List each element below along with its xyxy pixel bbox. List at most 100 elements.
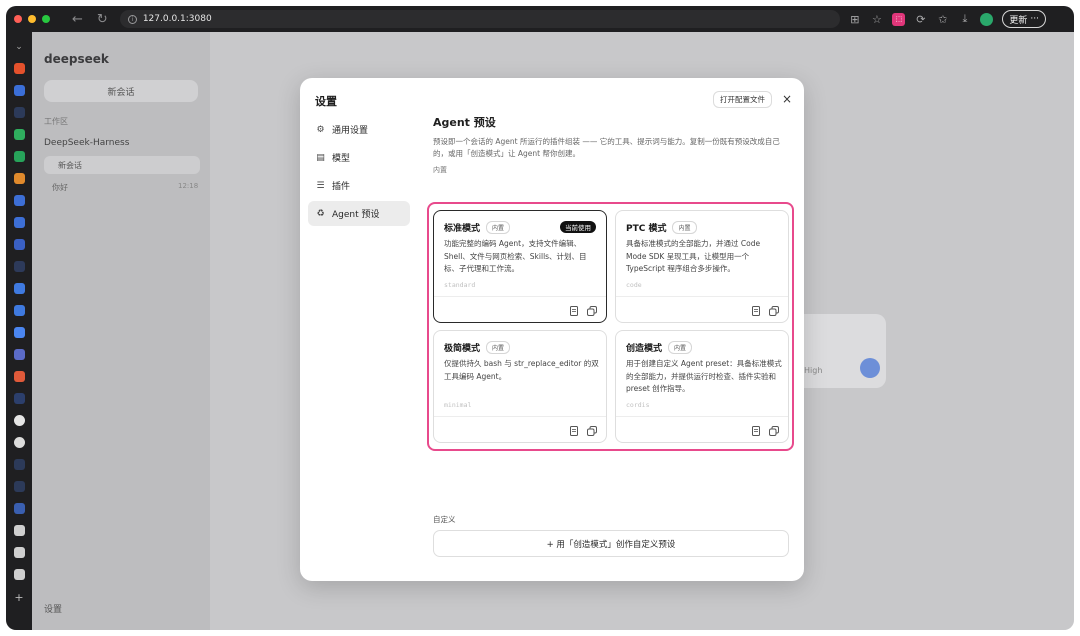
add-icon[interactable]: +	[14, 591, 23, 604]
extension-icon[interactable]	[13, 217, 25, 228]
extension-icon[interactable]: ⬚	[892, 12, 906, 26]
preset-card-creator[interactable]: 创造模式 内置 用于创建自定义 Agent preset：具备标准模式的全部能力…	[615, 330, 789, 443]
preset-grid: 标准模式 内置 当前使用 功能完整的编码 Agent，支持文件编辑、Shell、…	[427, 180, 794, 451]
card-description: 具备标准模式的全部能力，并通过 Code Mode SDK 呈现工具，让模型用一…	[626, 239, 761, 273]
card-title: 极简模式	[444, 344, 481, 354]
open-config-button[interactable]: 打开配置文件	[713, 91, 772, 108]
builtin-tag: 内置	[672, 221, 697, 234]
sliders-icon: ☰	[316, 180, 325, 191]
close-window-button[interactable]	[14, 15, 22, 23]
copy-icon[interactable]	[586, 425, 597, 436]
address-bar[interactable]: i 127.0.0.1:3080	[119, 10, 840, 28]
app-sidebar: deepseek 新会话 工作区 DeepSeek-Harness 新会话 你好…	[32, 32, 210, 630]
reload-icon[interactable]: ↻	[97, 12, 108, 27]
preset-card-standard[interactable]: 标准模式 内置 当前使用 功能完整的编码 Agent，支持文件编辑、Shell、…	[433, 210, 607, 323]
nav-agent-presets[interactable]: ♻ Agent 预设	[308, 201, 410, 226]
preset-card-ptc[interactable]: PTC 模式 内置 具备标准模式的全部能力，并通过 Code Mode SDK …	[615, 210, 789, 323]
chat-item[interactable]: 你好	[52, 182, 68, 193]
card-footer	[434, 296, 606, 323]
extension-icon[interactable]	[13, 173, 25, 184]
extension-icon[interactable]	[13, 63, 25, 74]
extension-icon[interactable]	[13, 195, 25, 206]
view-file-icon[interactable]	[568, 425, 579, 436]
card-header: PTC 模式 内置	[626, 221, 697, 234]
minimize-window-button[interactable]	[28, 15, 36, 23]
settings-modal: 设置 打开配置文件 × ⚙ 通用设置 ▤ 模型 ☰ 插件 ♻ Agent 预设 …	[300, 78, 804, 581]
custom-label: 自定义	[433, 515, 456, 524]
update-button[interactable]: 更新 ···	[1002, 10, 1046, 28]
calendar-icon[interactable]	[13, 283, 25, 294]
close-icon[interactable]: ×	[780, 91, 794, 107]
card-footer	[434, 416, 606, 443]
url-text: 127.0.0.1:3080	[142, 14, 212, 24]
calendar-icon[interactable]	[13, 327, 25, 338]
copy-icon[interactable]	[768, 425, 779, 436]
github-icon[interactable]	[13, 415, 25, 426]
image-icon[interactable]	[13, 371, 25, 382]
profile-avatar[interactable]	[980, 12, 994, 26]
recycle-icon: ♻	[316, 208, 325, 219]
nav-general[interactable]: ⚙ 通用设置	[308, 117, 410, 142]
send-button[interactable]	[860, 358, 880, 378]
view-file-icon[interactable]	[568, 305, 579, 316]
project-item[interactable]: DeepSeek-Harness	[44, 138, 129, 148]
preset-card-minimal[interactable]: 极简模式 内置 仅提供持久 bash 与 str_replace_editor …	[433, 330, 607, 443]
more-icon: ···	[1030, 14, 1039, 24]
extension-icon[interactable]	[13, 85, 25, 96]
workspace-label: 工作区	[44, 117, 68, 126]
view-file-icon[interactable]	[750, 305, 761, 316]
builtin-tag: 内置	[486, 221, 511, 234]
extension-icon[interactable]	[13, 569, 25, 580]
extension-icon[interactable]	[13, 459, 25, 470]
window-controls	[14, 15, 50, 23]
deepseek-icon[interactable]	[13, 437, 25, 448]
extension-icon[interactable]	[13, 525, 25, 536]
refresh-extension-icon[interactable]: ⟳	[914, 13, 927, 26]
settings-link[interactable]: 设置	[44, 602, 62, 615]
download-icon[interactable]: ⤓	[958, 12, 971, 26]
copy-icon[interactable]	[586, 305, 597, 316]
extension-icon[interactable]	[13, 393, 25, 404]
info-icon[interactable]: i	[127, 14, 137, 24]
extension-icon[interactable]	[13, 261, 25, 272]
card-description: 仅提供持久 bash 与 str_replace_editor 的双工具编码 A…	[444, 359, 599, 381]
browser-titlebar: ← ↻ i 127.0.0.1:3080 ⊞ ☆ ⬚ ⟳ ✩ ⤓ 更新 ···	[6, 6, 1074, 32]
create-custom-preset-button[interactable]: + 用「创造模式」创作自定义预设	[433, 530, 789, 557]
zoom-window-button[interactable]	[42, 15, 50, 23]
new-chat-button[interactable]: 新会话	[44, 80, 198, 102]
modal-title: 设置	[315, 95, 337, 108]
builtin-label: 内置	[433, 166, 447, 174]
extension-icon[interactable]	[13, 129, 25, 140]
split-view-icon[interactable]: ⊞	[848, 13, 861, 26]
extension-icon[interactable]	[13, 349, 25, 360]
view-file-icon[interactable]	[750, 425, 761, 436]
card-id: standard	[444, 281, 476, 289]
favorites-icon[interactable]: ✩	[936, 13, 949, 26]
card-footer	[616, 416, 788, 443]
nav-plugins[interactable]: ☰ 插件	[308, 173, 410, 198]
chat-item-active[interactable]: 新会话	[44, 156, 200, 174]
browser-toolbar-right: ⊞ ☆ ⬚ ⟳ ✩ ⤓ 更新 ···	[848, 10, 1046, 28]
card-description: 功能完整的编码 Agent，支持文件编辑、Shell、文件与网页检索、Skill…	[444, 239, 587, 273]
card-id: cordis	[626, 401, 650, 409]
extension-icon[interactable]	[13, 107, 25, 118]
extension-icon[interactable]	[13, 481, 25, 492]
back-icon[interactable]: ←	[72, 12, 83, 27]
calendar-icon[interactable]	[13, 305, 25, 316]
bookmark-star-icon[interactable]: ☆	[870, 13, 883, 26]
card-footer	[616, 296, 788, 323]
section-title: Agent 预设	[433, 116, 496, 129]
extension-icon[interactable]	[13, 547, 25, 558]
chevron-down-icon[interactable]: ⌄	[15, 42, 23, 52]
extension-icon[interactable]	[13, 151, 25, 162]
nav-label: 通用设置	[332, 126, 369, 136]
extension-icon[interactable]	[13, 503, 25, 514]
current-badge: 当前使用	[560, 221, 596, 233]
copy-icon[interactable]	[768, 305, 779, 316]
card-title: PTC 模式	[626, 224, 667, 234]
presets-panel: Agent 预设 预设即一个会话的 Agent 所运行的插件组装 —— 它的工具…	[427, 108, 794, 557]
extension-icon[interactable]	[13, 239, 25, 250]
settings-nav: ⚙ 通用设置 ▤ 模型 ☰ 插件 ♻ Agent 预设	[308, 117, 410, 229]
browser-nav: ← ↻	[72, 12, 108, 27]
nav-model[interactable]: ▤ 模型	[308, 145, 410, 170]
